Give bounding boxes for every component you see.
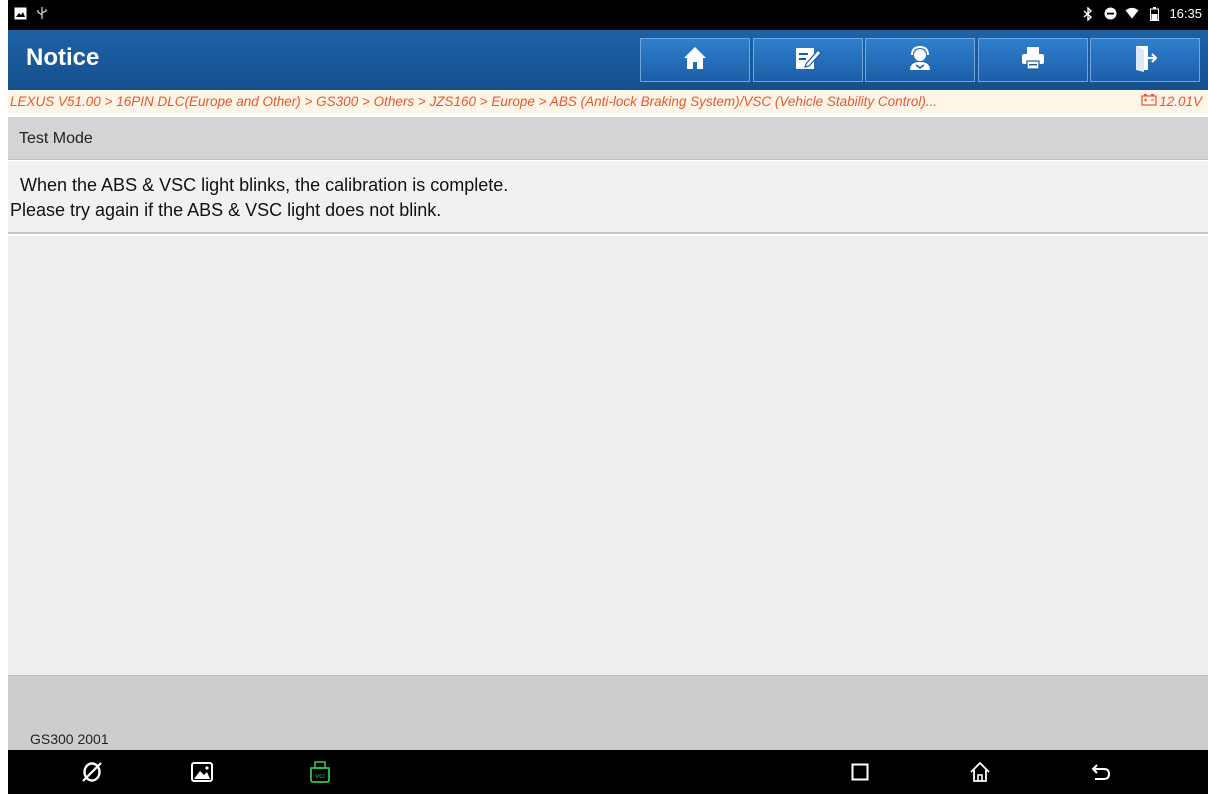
support-button[interactable] [865, 38, 975, 82]
message-line-1: When the ABS & VSC light blinks, the cal… [20, 175, 509, 195]
vehicle-info: GS300 2001 [30, 731, 109, 747]
wifi-icon [1125, 7, 1139, 21]
print-button[interactable] [978, 38, 1088, 82]
report-button[interactable] [753, 38, 863, 82]
gallery-icon [13, 6, 27, 20]
section-title: Test Mode [8, 117, 1208, 160]
browser-icon[interactable] [78, 758, 106, 786]
do-not-disturb-icon [1103, 7, 1117, 21]
voltage-value: 12.01V [1159, 94, 1202, 109]
clock: 16:35 [1169, 6, 1202, 21]
footer: GS300 2001 [8, 675, 1208, 750]
support-person-icon [906, 44, 934, 77]
edit-icon [794, 45, 822, 76]
bluetooth-icon [1081, 6, 1095, 21]
svg-text:VCI: VCI [315, 774, 325, 780]
status-bar: 16:35 [8, 0, 1208, 30]
back-icon[interactable] [1086, 758, 1114, 786]
car-battery-icon [1141, 90, 1157, 113]
title-bar: Notice [8, 30, 1208, 90]
vci-icon[interactable]: VCI [306, 758, 334, 786]
page-title: Notice [26, 44, 100, 71]
battery-voltage: 12.01V [1141, 90, 1202, 113]
home-button[interactable] [640, 38, 750, 82]
printer-icon [1020, 45, 1046, 76]
breadcrumb: LEXUS V51.00 > 16PIN DLC(Europe and Othe… [8, 90, 1208, 113]
gallery-icon[interactable] [188, 758, 216, 786]
breadcrumb-path: LEXUS V51.00 > 16PIN DLC(Europe and Othe… [10, 94, 938, 109]
exit-icon [1133, 44, 1158, 77]
exit-button[interactable] [1090, 38, 1200, 82]
message-line-2: Please try again if the ABS & VSC light … [10, 200, 442, 220]
recents-icon[interactable] [846, 758, 874, 786]
notice-message: When the ABS & VSC light blinks, the cal… [8, 161, 1208, 234]
home-icon[interactable] [966, 758, 994, 786]
usb-icon [35, 6, 49, 20]
home-icon [682, 45, 708, 76]
navigation-bar: VCI [8, 750, 1208, 794]
content-area [8, 236, 1208, 675]
battery-icon [1147, 6, 1161, 21]
